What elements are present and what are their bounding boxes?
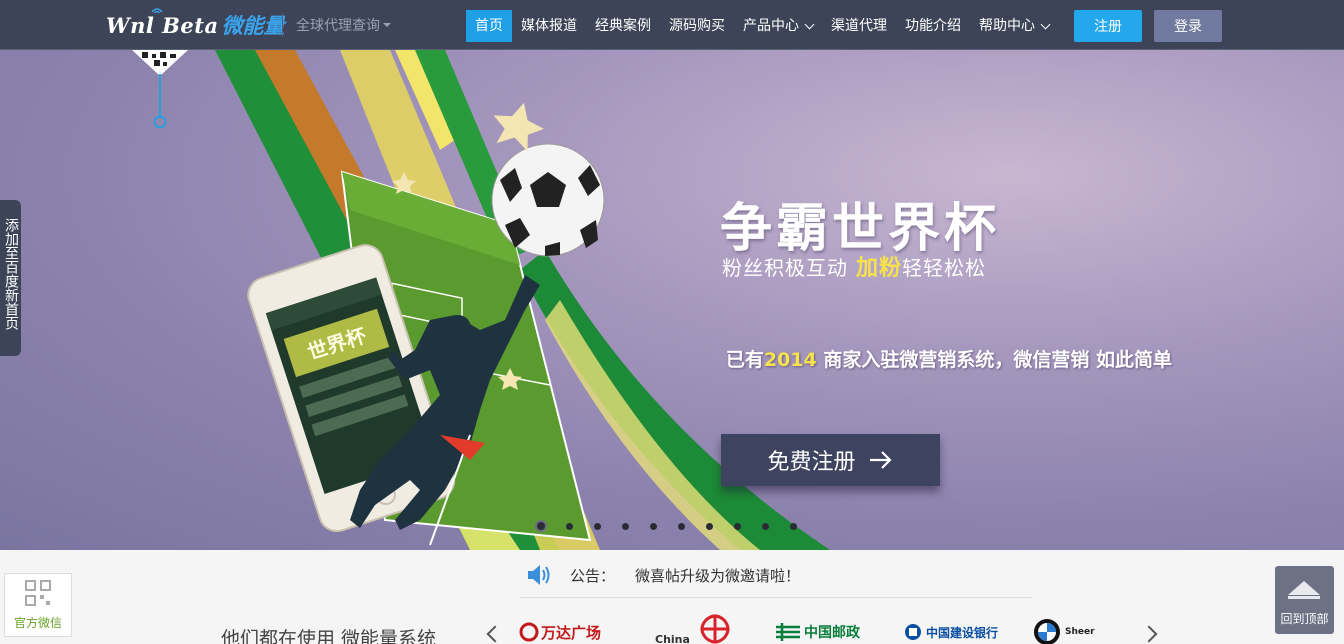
carousel-dot[interactable] [590,519,618,533]
cta-label: 免费注册 [767,450,856,475]
arrow-up-icon [1288,581,1320,595]
partner-name: China [655,632,690,644]
carousel-dot[interactable] [534,519,562,533]
partner-logo-bmw: Sheer [1033,619,1095,644]
hero-stat-line: 已有2014 商家入驻微营销系统，微信营销 如此简单 [722,346,1172,374]
caret-down-icon [383,23,391,27]
nav-item-label: 渠道代理 [831,18,887,34]
partner-logo-china-post: 中国邮政 [774,620,860,644]
signal-icon [151,8,163,14]
hero-subtitle: 粉丝积极互动 加粉轻轻松松 [722,250,986,282]
nav-item-label: 媒体报道 [521,18,577,34]
subtitle-highlight: 加粉 [856,256,903,281]
nav-item-home[interactable]: 首页 [466,10,512,42]
register-button[interactable]: 注册 [1074,10,1142,42]
partner-name: 中国建设银行 [926,625,999,640]
nav-item-label: 首页 [475,18,503,34]
nav-item-label: 功能介绍 [905,18,961,34]
partners-strip: 他们都在使用 微能量系统 万达广场 China 中国邮政 中国建设银行 Shee… [0,600,1344,644]
nav-item-help[interactable]: 帮助中心 [970,10,1058,42]
nav-item-cases[interactable]: 经典案例 [586,10,660,42]
back-to-top-button[interactable]: 回到顶部 [1275,566,1334,634]
notice-label: 公告： [570,566,616,585]
wanda-logo-icon [519,622,539,642]
notice-bar: 公告： 微喜帖升级为微邀请啦！ [0,550,1344,600]
site-logo[interactable]: Wnl Beta 微能量 [106,8,285,38]
official-wechat-widget[interactable]: 官方微信 [4,573,72,637]
carousel-dot[interactable] [702,519,730,533]
nav-item-media[interactable]: 媒体报道 [512,10,586,42]
nav-item-products[interactable]: 产品中心 [734,10,822,42]
qr-code-pin[interactable] [130,48,190,128]
arrow-right-icon [869,451,892,469]
carousel-dot[interactable] [786,519,814,533]
main-menu: 首页 媒体报道 经典案例 源码购买 产品中心 渠道代理 功能介绍 帮助中心 [466,10,1058,42]
hero-illustration: 世界杯 [215,50,830,550]
stat-number: 2014 [763,349,817,371]
hero-banner[interactable]: 世界杯 争霸世界杯 粉丝积极互动 加粉轻轻松松 已有2014 商家入驻微营销系统… [0,50,1344,550]
chevron-down-icon [1040,19,1051,29]
arrow-up-bar [1288,596,1320,599]
partner-logo-unicom: China [655,614,736,644]
add-to-baidu-tab[interactable]: 添加至百度新首页 [0,200,21,356]
carousel-dot[interactable] [646,519,674,533]
speaker-icon [528,565,550,585]
qr-code-icon [25,580,51,606]
china-post-icon [776,623,800,641]
partner-name: 万达广场 [541,623,602,642]
carousel-dot[interactable] [730,519,758,533]
notice-text[interactable]: 微喜帖升级为微邀请啦！ [635,565,800,586]
chevron-down-icon [804,19,815,29]
nav-item-source[interactable]: 源码购买 [660,10,734,42]
agent-query-label: 全球代理查询 [296,18,380,34]
carousel-dot[interactable] [674,519,702,533]
free-register-button[interactable]: 免费注册 [721,434,940,486]
agent-query-dropdown[interactable]: 全球代理查询 [282,13,391,37]
nav-item-label: 源码购买 [669,18,725,34]
divider [520,597,1032,598]
stat-prefix: 已有 [725,349,764,371]
stat-suffix: 商家入驻微营销系统，微信营销 如此简单 [816,349,1172,371]
bmw-logo-icon [1034,619,1060,644]
soccer-ball [491,143,605,257]
partner-name: Sheer [1065,627,1095,637]
nav-item-label: 帮助中心 [979,18,1035,34]
nav-item-label: 产品中心 [743,18,799,34]
goalkeeper-head [445,315,471,341]
top-nav: Wnl Beta 微能量 全球代理查询 首页 媒体报道 经典案例 源码购买 产品… [0,0,1344,50]
partners-label: 他们都在使用 微能量系统 [221,628,437,644]
logo-text-en: Wnl Beta [106,12,219,38]
partner-name: 中国邮政 [804,625,860,641]
carousel-dot[interactable] [758,519,786,533]
carousel-dot[interactable] [562,519,590,533]
partner-logo-ccb: 中国建设银行 [903,620,998,644]
unicom-knot-icon [700,614,730,644]
chevron-left-icon[interactable] [486,625,504,643]
chevron-right-icon[interactable] [1140,625,1158,643]
partner-logo-wanda: 万达广场 [519,620,601,644]
subtitle-part: 粉丝积极互动 [722,256,848,280]
login-button[interactable]: 登录 [1154,10,1222,42]
wechat-label: 官方微信 [13,616,62,630]
back-to-top-label: 回到顶部 [1280,612,1329,626]
logo-text-cn: 微能量 [221,14,285,38]
carousel-dots [534,519,814,533]
ccb-logo-icon [905,624,921,640]
nav-item-features[interactable]: 功能介绍 [896,10,970,42]
nav-item-label: 经典案例 [595,18,651,34]
nav-item-channel[interactable]: 渠道代理 [822,10,896,42]
subtitle-part: 轻轻松松 [902,256,987,280]
carousel-dot[interactable] [618,519,646,533]
